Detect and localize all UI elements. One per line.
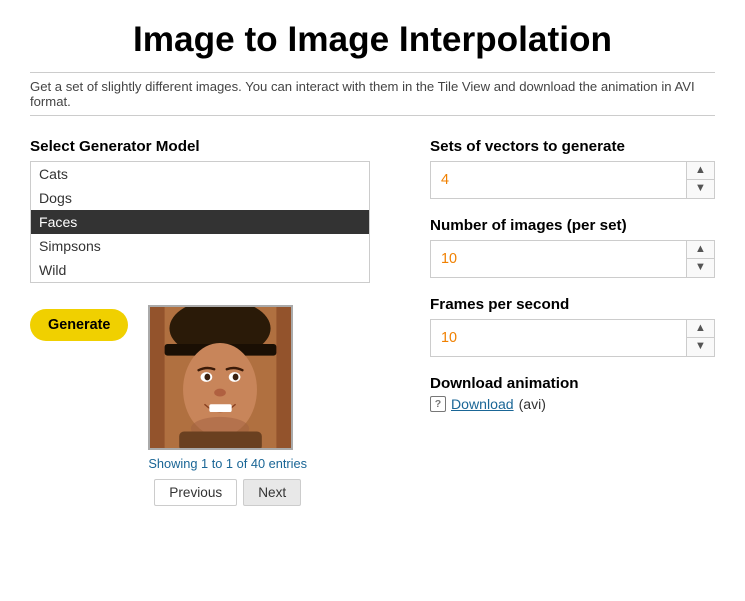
- download-link-row: ? Download (avi): [430, 396, 715, 412]
- face-svg: [150, 305, 291, 450]
- download-section: Download animation ? Download (avi): [430, 375, 715, 412]
- model-item-wild[interactable]: Wild: [31, 258, 369, 282]
- download-help-icon[interactable]: ?: [430, 396, 446, 412]
- sets-value: 4: [431, 166, 686, 194]
- image-thumbnail: [148, 305, 293, 450]
- model-item-faces[interactable]: Faces: [31, 210, 369, 234]
- download-link[interactable]: Download: [451, 396, 514, 412]
- right-panel: Sets of vectors to generate 4 ▲ ▼ Number…: [430, 138, 715, 506]
- pagination: Previous Next: [148, 479, 307, 506]
- images-up-arrow[interactable]: ▲: [687, 241, 714, 259]
- images-arrows[interactable]: ▲ ▼: [686, 241, 714, 277]
- fps-up-arrow[interactable]: ▲: [687, 320, 714, 338]
- images-label: Number of images (per set): [430, 217, 715, 234]
- images-value: 10: [431, 245, 686, 273]
- fps-arrows[interactable]: ▲ ▼: [686, 320, 714, 356]
- sets-arrows[interactable]: ▲ ▼: [686, 162, 714, 198]
- subtitle: Get a set of slightly different images. …: [30, 72, 715, 116]
- images-spinner[interactable]: 10 ▲ ▼: [430, 240, 715, 278]
- download-format: (avi): [519, 396, 546, 412]
- fps-label: Frames per second: [430, 296, 715, 313]
- image-preview-area: Showing 1 to 1 of 40 entries Previous Ne…: [148, 305, 307, 506]
- sets-down-arrow[interactable]: ▼: [687, 180, 714, 197]
- model-item-cats[interactable]: Cats: [31, 162, 369, 186]
- images-control: Number of images (per set) 10 ▲ ▼: [430, 217, 715, 278]
- fps-down-arrow[interactable]: ▼: [687, 338, 714, 355]
- previous-button[interactable]: Previous: [154, 479, 237, 506]
- sets-spinner[interactable]: 4 ▲ ▼: [430, 161, 715, 199]
- showing-text: Showing 1 to 1 of 40 entries: [148, 456, 307, 471]
- model-item-simpsons[interactable]: Simpsons: [31, 234, 369, 258]
- left-panel: Select Generator Model Cats Dogs Faces S…: [30, 138, 400, 506]
- sets-label: Sets of vectors to generate: [430, 138, 715, 155]
- sets-control: Sets of vectors to generate 4 ▲ ▼: [430, 138, 715, 199]
- model-list[interactable]: Cats Dogs Faces Simpsons Wild: [30, 161, 370, 283]
- page-title: Image to Image Interpolation: [30, 20, 715, 60]
- model-item-dogs[interactable]: Dogs: [31, 186, 369, 210]
- model-select-label: Select Generator Model: [30, 138, 400, 155]
- download-label: Download animation: [430, 375, 715, 392]
- sets-up-arrow[interactable]: ▲: [687, 162, 714, 180]
- fps-value: 10: [431, 324, 686, 352]
- images-down-arrow[interactable]: ▼: [687, 259, 714, 276]
- generate-button[interactable]: Generate: [30, 309, 128, 341]
- fps-control: Frames per second 10 ▲ ▼: [430, 296, 715, 357]
- next-button[interactable]: Next: [243, 479, 301, 506]
- fps-spinner[interactable]: 10 ▲ ▼: [430, 319, 715, 357]
